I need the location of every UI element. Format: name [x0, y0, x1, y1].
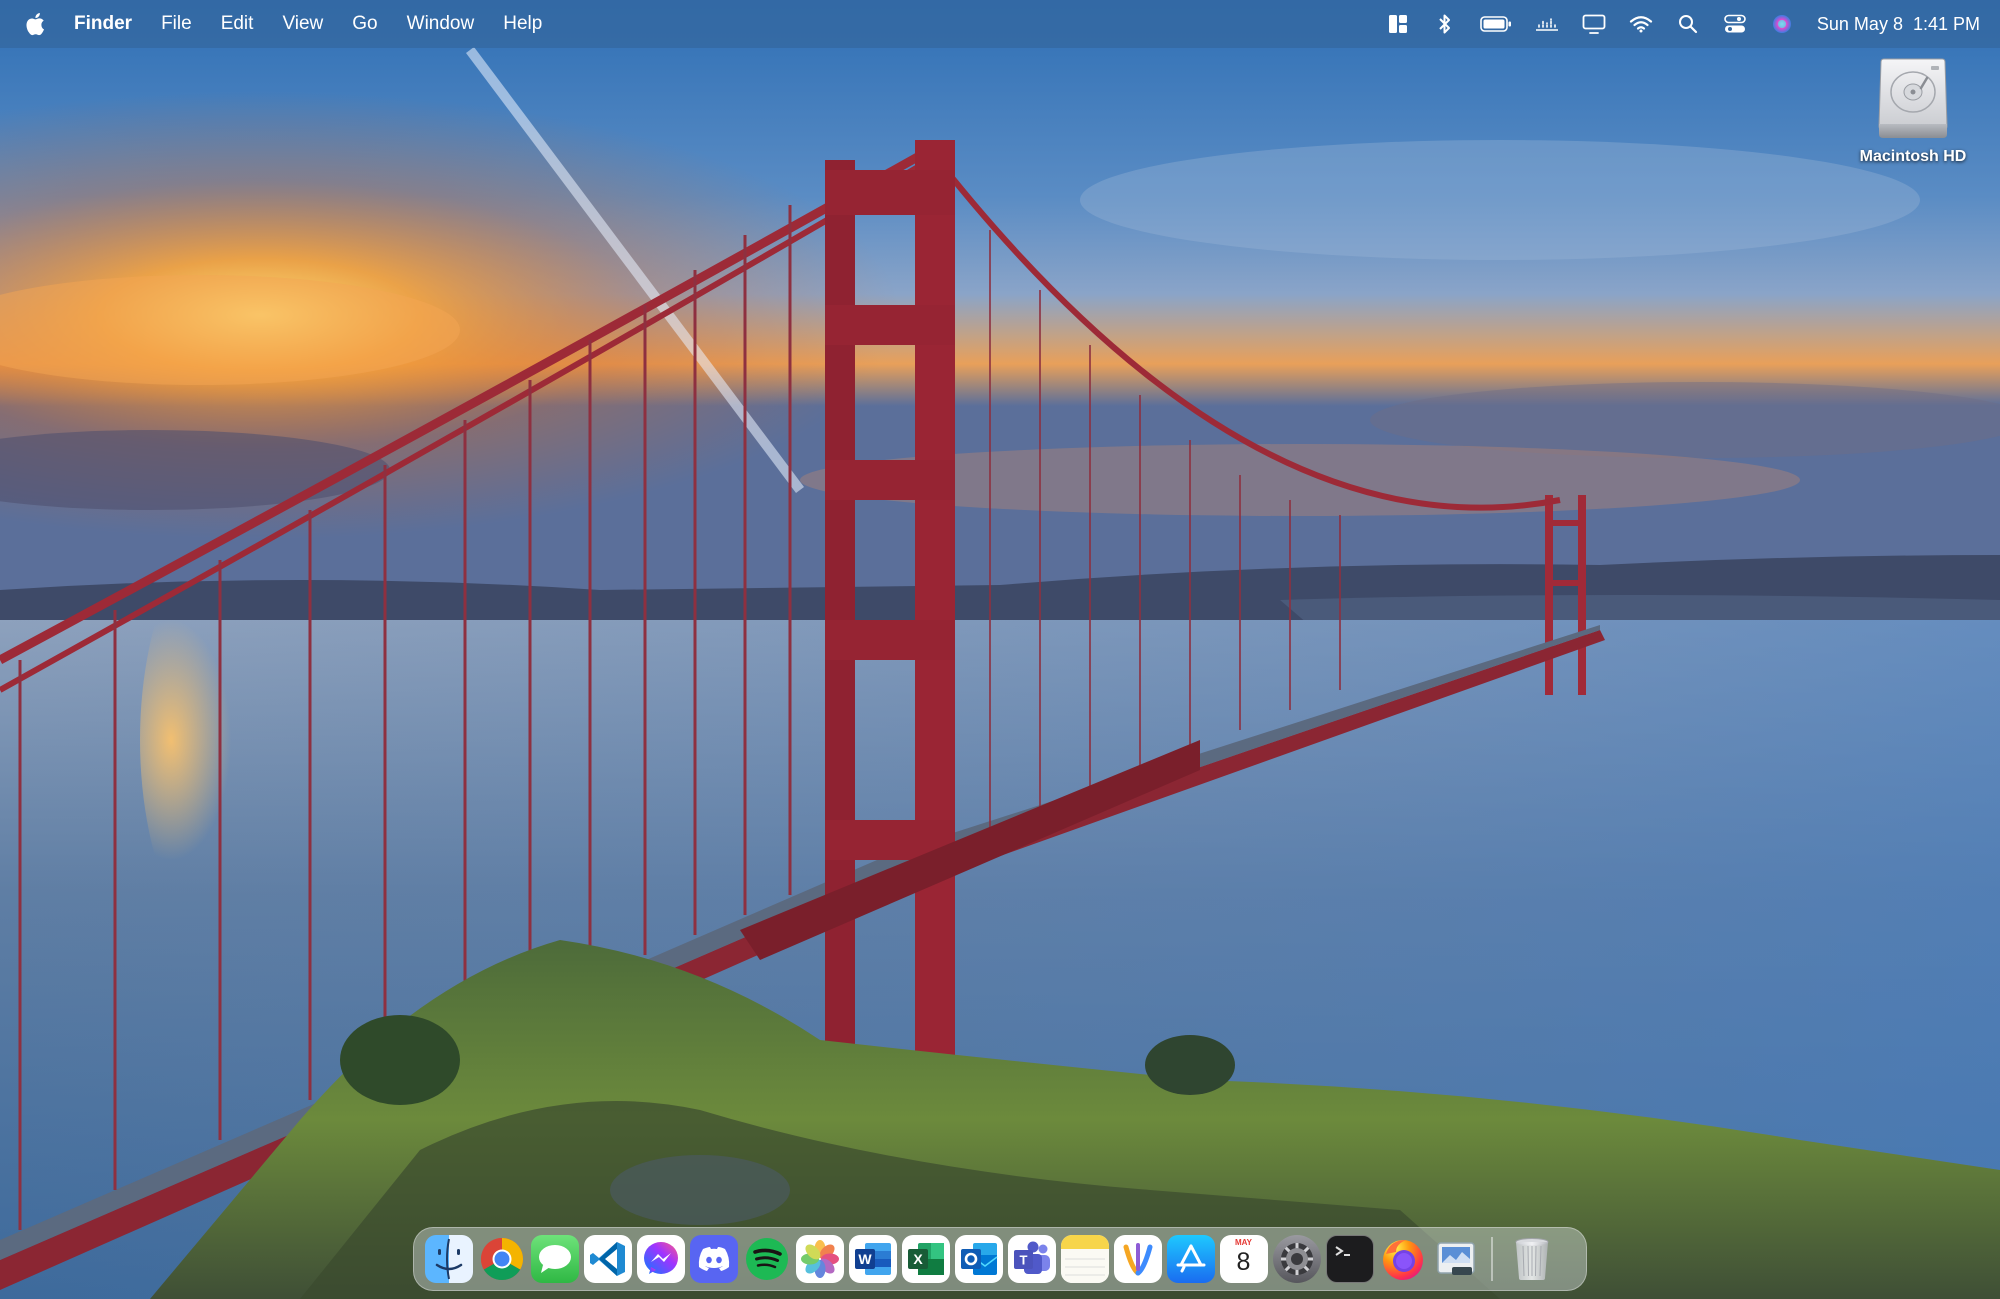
app-store-icon [1176, 1244, 1205, 1273]
dock-app-notes[interactable] [1060, 1235, 1109, 1283]
clock-date: Sun May 8 [1816, 13, 1903, 34]
outlook-icon [960, 1243, 997, 1275]
vscode-icon [589, 1242, 625, 1276]
photos-icon [800, 1240, 839, 1278]
menu-go[interactable]: Go [352, 0, 377, 48]
hard-drive-icon [1873, 58, 1953, 142]
dock-app-preview[interactable] [1432, 1235, 1480, 1283]
dock-app-vscode[interactable] [583, 1235, 632, 1283]
freeform-icon [1123, 1243, 1152, 1276]
battery-icon[interactable] [1479, 13, 1513, 35]
chrome-icon [480, 1238, 523, 1281]
dock-app-teams[interactable]: T [1007, 1235, 1056, 1283]
menu-bar-status-area: Sun May 8 1:41 PM [1364, 13, 1980, 35]
calendar-icon: MAY 8 [1220, 1235, 1268, 1283]
menu-help[interactable]: Help [503, 0, 542, 48]
dock-app-chrome[interactable] [478, 1235, 526, 1283]
word-icon: W [854, 1243, 891, 1275]
desktop[interactable]: Finder File Edit View Go Window Help Sun… [0, 0, 2000, 1299]
system-preferences-icon [1280, 1243, 1313, 1275]
desktop-icon-label: Macintosh HD [1859, 148, 1967, 165]
terminal-icon [1334, 1246, 1350, 1256]
menu-app-name[interactable]: Finder [74, 0, 132, 48]
desktop-icon-macintosh-hd[interactable]: Macintosh HD [1838, 58, 1988, 166]
display-icon[interactable] [1581, 13, 1607, 35]
dock-app-outlook[interactable] [954, 1235, 1003, 1283]
dock-app-word[interactable]: W [848, 1235, 897, 1283]
desktop-wallpaper [0, 0, 2000, 1299]
dock-trash[interactable] [1508, 1235, 1556, 1283]
dock-app-firefox[interactable] [1379, 1235, 1427, 1283]
sound-wave-icon[interactable] [1534, 13, 1560, 35]
menu-view[interactable]: View [282, 0, 323, 48]
svg-text:T: T [1019, 1253, 1027, 1268]
wifi-icon[interactable] [1628, 13, 1654, 35]
menu-bar-left: Finder File Edit View Go Window Help [24, 0, 571, 48]
dock-app-finder[interactable] [424, 1235, 473, 1283]
excel-icon: X [907, 1243, 944, 1275]
dock-app-messenger[interactable] [636, 1235, 685, 1283]
dock-separator [1491, 1237, 1493, 1281]
dock-app-app-store[interactable] [1166, 1235, 1215, 1283]
discord-icon [698, 1247, 729, 1271]
bluetooth-icon[interactable] [1432, 13, 1458, 35]
teams-icon: T [1013, 1241, 1050, 1274]
calendar-month: MAY [1234, 1238, 1253, 1247]
dock-app-photos[interactable] [795, 1235, 844, 1283]
window-layout-icon[interactable] [1385, 13, 1411, 35]
dock-app-messages[interactable] [530, 1235, 579, 1283]
dock-app-terminal[interactable] [1325, 1235, 1374, 1283]
siri-icon[interactable] [1769, 13, 1795, 35]
menu-bar: Finder File Edit View Go Window Help Sun… [0, 0, 2000, 48]
dock-app-excel[interactable]: X [901, 1235, 950, 1283]
dock-app-spotify[interactable] [743, 1235, 791, 1283]
menu-window[interactable]: Window [407, 0, 475, 48]
menu-edit[interactable]: Edit [221, 0, 254, 48]
svg-text:W: W [858, 1251, 872, 1267]
preview-icon [1436, 1242, 1475, 1275]
trash-icon [1515, 1238, 1548, 1280]
search-icon[interactable] [1675, 13, 1701, 35]
menu-file[interactable]: File [161, 0, 192, 48]
notes-icon [1060, 1235, 1109, 1283]
svg-text:X: X [913, 1251, 923, 1267]
menu-bar-clock[interactable]: Sun May 8 1:41 PM [1817, 14, 1980, 35]
dock: W X T MAY 8 [413, 1227, 1587, 1291]
firefox-icon [1382, 1240, 1423, 1280]
messages-icon [538, 1245, 571, 1273]
dock-app-discord[interactable] [689, 1235, 738, 1283]
dock-app-freeform[interactable] [1113, 1235, 1162, 1283]
clock-time: 1:41 PM [1912, 13, 1980, 34]
finder-icon [435, 1238, 462, 1280]
apple-logo-icon[interactable] [24, 11, 46, 37]
control-center-icon[interactable] [1722, 13, 1748, 35]
dock-app-calendar[interactable]: MAY 8 [1219, 1235, 1268, 1283]
dock-app-system-preferences[interactable] [1272, 1235, 1321, 1283]
calendar-day: 8 [1236, 1248, 1251, 1276]
spotify-icon [745, 1238, 788, 1280]
messenger-icon [643, 1242, 678, 1274]
